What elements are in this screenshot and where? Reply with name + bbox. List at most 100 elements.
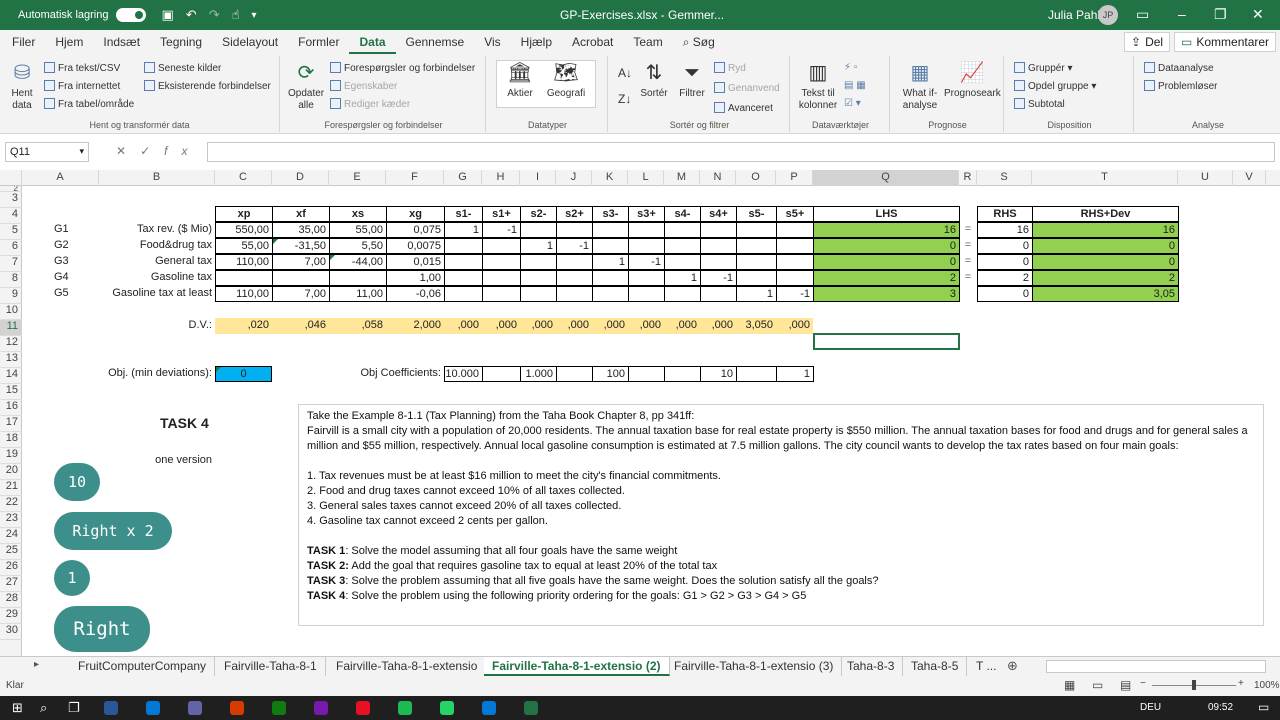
lhs-cell[interactable]: 3 [813,286,960,302]
group-button[interactable]: Gruppér ▾ [1014,62,1073,74]
rhs-dev-cell[interactable]: 3,05 [1032,286,1179,302]
col-header[interactable]: D [272,170,329,186]
rhs-cell[interactable]: 16 [977,222,1033,238]
row-header[interactable]: 17 [0,416,22,432]
row-header[interactable]: 19 [0,448,22,464]
data-cell[interactable]: -1 [776,286,814,302]
data-cell[interactable] [556,286,593,302]
header-cell[interactable]: xg [386,206,445,222]
word-icon[interactable] [104,701,118,715]
data-cell[interactable]: 1 [592,254,629,270]
dv-cell[interactable]: ,000 [444,318,482,334]
select-all[interactable] [0,170,22,186]
header-cell[interactable]: s2+ [556,206,593,222]
reapply-button[interactable]: Genanvend [714,82,780,94]
dv-cell[interactable]: ,000 [520,318,556,334]
rhs-cell[interactable]: 2 [977,270,1033,286]
sheet-tab[interactable]: Fairville-Taha-8-1-extensio (2) [484,657,670,676]
confirm-icon[interactable]: ✓ [140,144,164,158]
page-break-icon[interactable]: ▤ [1120,678,1131,692]
advanced-button[interactable]: Avanceret [714,102,773,114]
dv-cell[interactable]: ,020 [215,318,272,334]
keyboard-language[interactable]: DEU [1140,702,1161,713]
data-cell[interactable]: 0,015 [386,254,445,270]
data-cell[interactable] [776,222,814,238]
header-cell[interactable]: s2- [520,206,557,222]
rhs-dev-cell[interactable]: 16 [1032,222,1179,238]
clear-button[interactable]: Ryd [714,62,746,74]
edit-links-button[interactable]: Rediger kæder [330,98,410,110]
avatar[interactable]: JP [1098,5,1118,25]
goal-label[interactable]: Gasoline tax [99,270,215,286]
data-cell[interactable] [700,286,737,302]
task-subtitle[interactable]: one version [99,453,215,469]
queries-button[interactable]: Forespørgsler og forbindelser [330,62,475,74]
forecast-sheet-button[interactable]: 📈 Prognoseark [944,60,1001,100]
undo-icon[interactable]: ↶ [186,7,197,23]
col-header[interactable]: L [628,170,664,186]
row-header[interactable]: 11 [0,320,22,336]
data-cell[interactable]: -1 [482,222,521,238]
relation-cell[interactable]: = [959,238,977,254]
dv-cell[interactable]: ,058 [329,318,386,334]
from-text-button[interactable]: Fra tekst/CSV [44,62,120,74]
sheet-tab[interactable]: Taha-8-3 [839,657,904,676]
coef-cell[interactable]: 10 [700,366,737,382]
data-cell[interactable]: -1 [700,270,737,286]
data-cell[interactable] [215,270,273,286]
data-cell[interactable] [592,286,629,302]
header-cell[interactable]: s4- [664,206,701,222]
formula-input[interactable] [207,142,1275,162]
col-header[interactable]: U [1178,170,1233,186]
coef-cell[interactable]: 10.000 [444,366,483,382]
data-cell[interactable]: 11,00 [329,286,387,302]
spotify-icon[interactable] [398,701,412,715]
obj-value-cell[interactable]: 0 [215,366,272,382]
zoom-out-icon[interactable]: − [1140,678,1146,689]
normal-view-icon[interactable]: ▦ [1064,678,1075,692]
data-cell[interactable]: -1 [628,254,665,270]
data-cell[interactable] [700,222,737,238]
header-cell[interactable]: RHS+Dev [1032,206,1179,222]
col-header[interactable]: A [22,170,99,186]
clock[interactable]: 09:52 [1208,702,1233,713]
solver-button[interactable]: Problemløser [1144,80,1217,92]
data-cell[interactable] [628,286,665,302]
data-cell[interactable]: 1 [664,270,701,286]
sheet-tab[interactable]: Fairville-Taha-8-1 [216,657,326,676]
excel-active-icon[interactable] [524,701,538,715]
row-header[interactable]: 9 [0,288,22,304]
lhs-cell[interactable]: 0 [813,254,960,270]
col-header[interactable]: C [215,170,272,186]
share-button[interactable]: ⇪ Del [1124,32,1171,52]
redo-icon[interactable]: ↷ [209,7,220,23]
data-cell[interactable]: 7,00 [272,286,330,302]
relation-cell[interactable]: = [959,222,977,238]
col-header[interactable]: J [556,170,592,186]
task-view-icon[interactable]: ❐ [68,700,80,716]
data-cell[interactable]: 550,00 [215,222,273,238]
row-header[interactable]: 28 [0,592,22,608]
data-cell[interactable] [736,270,777,286]
data-cell[interactable]: 0,0075 [386,238,445,254]
col-header[interactable]: I [520,170,556,186]
sheet-tab[interactable]: Fairville-Taha-8-1-extensio [328,657,487,676]
minimize-icon[interactable]: – [1178,6,1186,22]
coef-cell[interactable]: 1 [776,366,814,382]
sort-az-icon[interactable]: A↓ [618,66,632,80]
search-icon[interactable]: ⌕ [40,700,47,716]
data-cell[interactable] [736,222,777,238]
data-cell[interactable]: 55,00 [329,222,387,238]
data-cell[interactable] [628,270,665,286]
data-cell[interactable] [592,238,629,254]
excel-icon[interactable] [272,701,286,715]
task-title[interactable]: TASK 4 [160,416,209,436]
dv-label[interactable]: D.V.: [99,318,215,334]
properties-button[interactable]: Egenskaber [330,80,397,92]
sheet-tab[interactable]: T ... [968,657,1004,676]
row-header[interactable]: 20 [0,464,22,480]
remove-duplicates-icon[interactable]: ▤ ▦ [844,80,866,91]
goal-label[interactable]: General tax [99,254,215,270]
tab-hjem[interactable]: Hjem [45,30,93,54]
data-cell[interactable]: 55,00 [215,238,273,254]
